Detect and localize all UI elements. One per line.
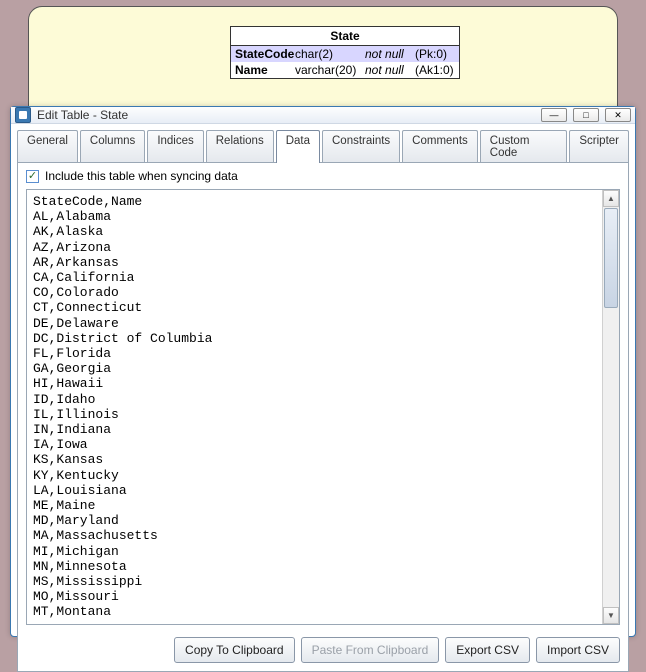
minimize-button[interactable]: ―	[541, 108, 567, 122]
scroll-down-button[interactable]: ▼	[603, 607, 619, 624]
tab-relations[interactable]: Relations	[206, 130, 274, 163]
tab-bar: GeneralColumnsIndicesRelationsDataConstr…	[11, 124, 635, 163]
tab-general[interactable]: General	[17, 130, 78, 163]
col-type: varchar(20)	[295, 63, 365, 77]
sync-checkbox[interactable]: ✓	[26, 170, 39, 183]
col-type: char(2)	[295, 47, 365, 61]
copy-clipboard-button[interactable]: Copy To Clipboard	[174, 637, 295, 663]
import-csv-button[interactable]: Import CSV	[536, 637, 620, 663]
tab-comments[interactable]: Comments	[402, 130, 478, 163]
entity-table[interactable]: State StateCode char(2) not null (Pk:0) …	[230, 26, 460, 79]
tab-indices[interactable]: Indices	[147, 130, 203, 163]
maximize-button[interactable]: □	[573, 108, 599, 122]
scroll-up-button[interactable]: ▲	[603, 190, 619, 207]
paste-clipboard-button[interactable]: Paste From Clipboard	[301, 637, 440, 663]
col-name: Name	[235, 63, 295, 77]
col-key: (Pk:0)	[415, 47, 455, 61]
csv-textarea[interactable]: StateCode,Name AL,Alabama AK,Alaska AZ,A…	[27, 190, 602, 624]
close-button[interactable]: ✕	[605, 108, 631, 122]
window-title: Edit Table - State	[37, 108, 535, 122]
tab-scripter[interactable]: Scripter	[569, 130, 629, 163]
footer-buttons: Copy To Clipboard Paste From Clipboard E…	[18, 631, 628, 671]
tab-columns[interactable]: Columns	[80, 130, 145, 163]
col-null: not null	[365, 47, 415, 61]
app-icon	[15, 107, 31, 123]
col-null: not null	[365, 63, 415, 77]
tab-custom-code[interactable]: Custom Code	[480, 130, 568, 163]
col-name: StateCode	[235, 47, 295, 61]
titlebar[interactable]: Edit Table - State ― □ ✕	[11, 107, 635, 124]
col-key: (Ak1:0)	[415, 63, 455, 77]
edit-table-window: Edit Table - State ― □ ✕ GeneralColumnsI…	[10, 106, 636, 637]
scroll-thumb[interactable]	[604, 208, 618, 308]
tab-constraints[interactable]: Constraints	[322, 130, 400, 163]
sync-checkbox-row[interactable]: ✓ Include this table when syncing data	[18, 163, 628, 189]
entity-row[interactable]: Name varchar(20) not null (Ak1:0)	[231, 62, 459, 78]
entity-title: State	[231, 27, 459, 46]
tab-content: ✓ Include this table when syncing data S…	[17, 162, 629, 672]
entity-row[interactable]: StateCode char(2) not null (Pk:0)	[231, 46, 459, 62]
csv-data-area: StateCode,Name AL,Alabama AK,Alaska AZ,A…	[26, 189, 620, 625]
tab-data[interactable]: Data	[276, 130, 320, 163]
export-csv-button[interactable]: Export CSV	[445, 637, 530, 663]
sync-checkbox-label: Include this table when syncing data	[45, 169, 238, 183]
scrollbar[interactable]: ▲ ▼	[602, 190, 619, 624]
